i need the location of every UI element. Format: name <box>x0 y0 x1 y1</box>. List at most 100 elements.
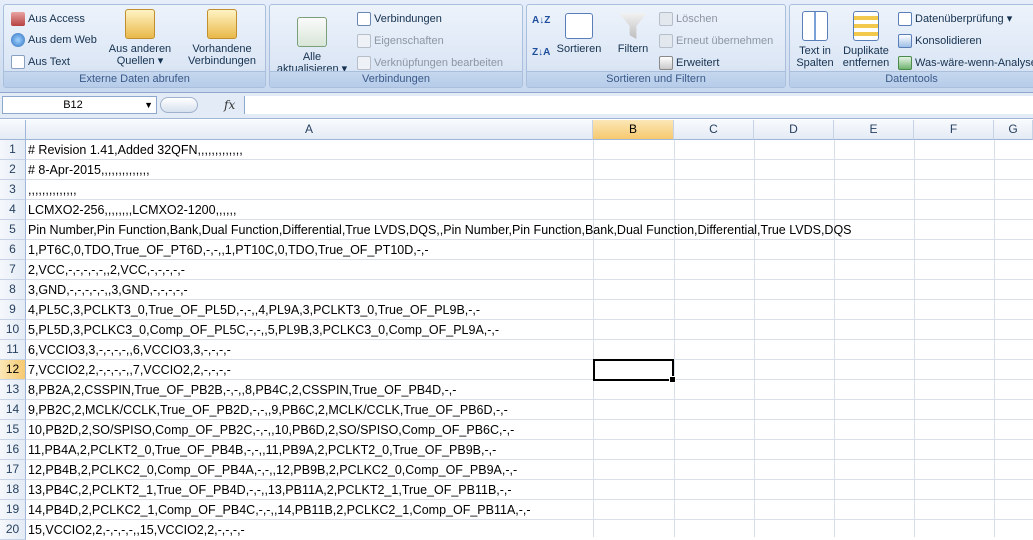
advanced-filter-button[interactable]: Erweitert <box>659 56 719 70</box>
row-header[interactable]: 20 <box>0 520 26 540</box>
cell-a[interactable]: 11,PB4A,2,PCLKT2_0,True_OF_PB4B,-,-,,11,… <box>28 440 496 460</box>
column-header-a[interactable]: A <box>26 120 593 140</box>
row-header[interactable]: 9 <box>0 300 26 320</box>
column-header-f[interactable]: F <box>914 120 994 140</box>
cell-a[interactable]: 9,PB2C,2,MCLK/CCLK,True_OF_PB2D,-,-,,9,P… <box>28 400 508 420</box>
row-header[interactable]: 16 <box>0 440 26 460</box>
reapply-button[interactable]: Erneut übernehmen <box>659 34 773 48</box>
grid-line <box>674 140 675 537</box>
properties-button[interactable]: Eigenschaften <box>357 34 444 48</box>
refresh-all-button[interactable]: Alle aktualisieren ▾ <box>272 17 352 75</box>
existing-connections-button[interactable]: Vorhandene Verbindungen <box>182 9 262 67</box>
data-validation-icon <box>898 12 912 27</box>
column-header-b[interactable]: B <box>593 120 674 140</box>
other-sources-icon <box>125 9 155 39</box>
what-if-analysis-button[interactable]: Was-wäre-wenn-Analyse <box>898 56 1033 70</box>
row-header[interactable]: 10 <box>0 320 26 340</box>
connections-icon <box>357 12 371 26</box>
chevron-down-icon[interactable]: ▼ <box>144 97 153 113</box>
from-text-button[interactable]: Aus Text <box>11 55 70 69</box>
data-validation-button[interactable]: Datenüberprüfung ▾ <box>898 12 1012 27</box>
sort-asc-icon[interactable]: A↓Z <box>532 15 550 26</box>
edit-links-icon <box>357 56 371 70</box>
group-title-external: Externe Daten abrufen <box>4 71 265 87</box>
cell-a[interactable]: 10,PB2D,2,SO/SPISO,Comp_OF_PB2C,-,-,,10,… <box>28 420 514 440</box>
sort-button[interactable]: Sortieren <box>553 13 605 55</box>
row-header[interactable]: 6 <box>0 240 26 260</box>
row-header[interactable]: 11 <box>0 340 26 360</box>
row-header[interactable]: 4 <box>0 200 26 220</box>
row-header[interactable]: 3 <box>0 180 26 200</box>
access-icon <box>11 12 25 26</box>
row-header[interactable]: 18 <box>0 480 26 500</box>
refresh-icon <box>297 17 327 47</box>
group-external-data: Aus Access Aus dem Web Aus Text Aus ande… <box>3 4 266 88</box>
group-title-sort: Sortieren und Filtern <box>527 71 785 87</box>
cell-a[interactable]: 8,PB2A,2,CSSPIN,True_OF_PB2B,-,-,,8,PB4C… <box>28 380 456 400</box>
insert-function-icon[interactable]: fx <box>224 98 235 112</box>
cell-a[interactable]: LCMXO2-256,,,,,,,,LCMXO2-1200,,,,,, <box>28 200 236 220</box>
group-sort-filter: A↓Z Z↓A Sortieren Filtern Löschen Erneut… <box>526 4 786 88</box>
from-other-sources-button[interactable]: Aus anderen Quellen ▾ <box>104 9 176 67</box>
row-header[interactable]: 7 <box>0 260 26 280</box>
cell-a[interactable]: 6,VCCIO3,3,-,-,-,-,,6,VCCIO3,3,-,-,-,- <box>28 340 231 360</box>
row-header[interactable]: 5 <box>0 220 26 240</box>
text-file-icon <box>11 55 25 69</box>
column-header-c[interactable]: C <box>674 120 754 140</box>
column-header-d[interactable]: D <box>754 120 834 140</box>
select-all-corner[interactable] <box>0 120 26 140</box>
row-header[interactable]: 17 <box>0 460 26 480</box>
grid-line <box>914 140 915 537</box>
grid-line <box>994 140 995 537</box>
cell-a[interactable]: Pin Number,Pin Function,Bank,Dual Functi… <box>28 220 852 240</box>
text-to-columns-button[interactable]: Text in Spalten <box>793 11 837 69</box>
cell-a[interactable]: 1,PT6C,0,TDO,True_OF_PT6D,-,-,,1,PT10C,0… <box>28 240 429 260</box>
connections-button[interactable]: Verbindungen <box>357 12 442 26</box>
group-data-tools: Text in Spalten Duplikate entfernen Date… <box>789 4 1033 88</box>
row-header[interactable]: 8 <box>0 280 26 300</box>
sort-desc-icon[interactable]: Z↓A <box>532 47 550 58</box>
ribbon: Aus Access Aus dem Web Aus Text Aus ande… <box>0 0 1033 93</box>
cell-a[interactable]: ,,,,,,,,,,,,,, <box>28 180 77 200</box>
filter-button[interactable]: Filtern <box>611 13 655 55</box>
properties-icon <box>357 34 371 48</box>
row-header[interactable]: 19 <box>0 500 26 520</box>
edit-links-button[interactable]: Verknüpfungen bearbeiten <box>357 56 503 70</box>
cell-a[interactable]: # 8-Apr-2015,,,,,,,,,,,,,, <box>28 160 150 180</box>
row-header[interactable]: 2 <box>0 160 26 180</box>
formula-bar-resize-handle[interactable] <box>160 97 198 113</box>
remove-duplicates-button[interactable]: Duplikate entfernen <box>839 11 893 69</box>
selected-cell-b12[interactable] <box>593 359 676 383</box>
sort-dialog-icon <box>565 13 593 39</box>
cell-a[interactable]: # Revision 1.41,Added 32QFN,,,,,,,,,,,,, <box>28 140 243 160</box>
clear-filter-button[interactable]: Löschen <box>659 12 718 26</box>
cell-a[interactable]: 14,PB4D,2,PCLKC2_1,Comp_OF_PB4C,-,-,,14,… <box>28 500 531 520</box>
row-header[interactable]: 15 <box>0 420 26 440</box>
clear-filter-icon <box>659 12 673 26</box>
column-header-e[interactable]: E <box>834 120 914 140</box>
cell-a[interactable]: 7,VCCIO2,2,-,-,-,-,,7,VCCIO2,2,-,-,-,- <box>28 360 231 380</box>
consolidate-button[interactable]: Konsolidieren <box>898 34 982 48</box>
grid-line <box>593 140 594 537</box>
row-header[interactable]: 1 <box>0 140 26 160</box>
row-header[interactable]: 13 <box>0 380 26 400</box>
fill-handle[interactable] <box>669 376 676 383</box>
existing-connections-icon <box>207 9 237 39</box>
row-header[interactable]: 14 <box>0 400 26 420</box>
cell-a[interactable]: 4,PL5C,3,PCLKT3_0,True_OF_PL5D,-,-,,4,PL… <box>28 300 480 320</box>
cell-a[interactable]: 2,VCC,-,-,-,-,-,,2,VCC,-,-,-,-,- <box>28 260 185 280</box>
grid-line <box>754 140 755 537</box>
row-header[interactable]: 12 <box>0 360 26 380</box>
from-access-button[interactable]: Aus Access <box>11 12 85 26</box>
cell-a[interactable]: 3,GND,-,-,-,-,-,,3,GND,-,-,-,-,- <box>28 280 188 300</box>
column-header-g[interactable]: G <box>994 120 1033 140</box>
from-web-button[interactable]: Aus dem Web <box>11 33 97 47</box>
cell-a[interactable]: 5,PL5D,3,PCLKC3_0,Comp_OF_PL5C,-,-,,5,PL… <box>28 320 499 340</box>
formula-input[interactable] <box>244 96 1033 114</box>
cell-a[interactable]: 15,VCCIO2,2,-,-,-,-,,15,VCCIO2,2,-,-,-,- <box>28 520 245 540</box>
web-icon <box>11 33 25 47</box>
cell-a[interactable]: 13,PB4C,2,PCLKT2_1,True_OF_PB4D,-,-,,13,… <box>28 480 512 500</box>
cell-a[interactable]: 12,PB4B,2,PCLKC2_0,Comp_OF_PB4A,-,-,,12,… <box>28 460 517 480</box>
name-box[interactable]: B12 ▼ <box>2 96 157 114</box>
grid-line <box>834 140 835 537</box>
